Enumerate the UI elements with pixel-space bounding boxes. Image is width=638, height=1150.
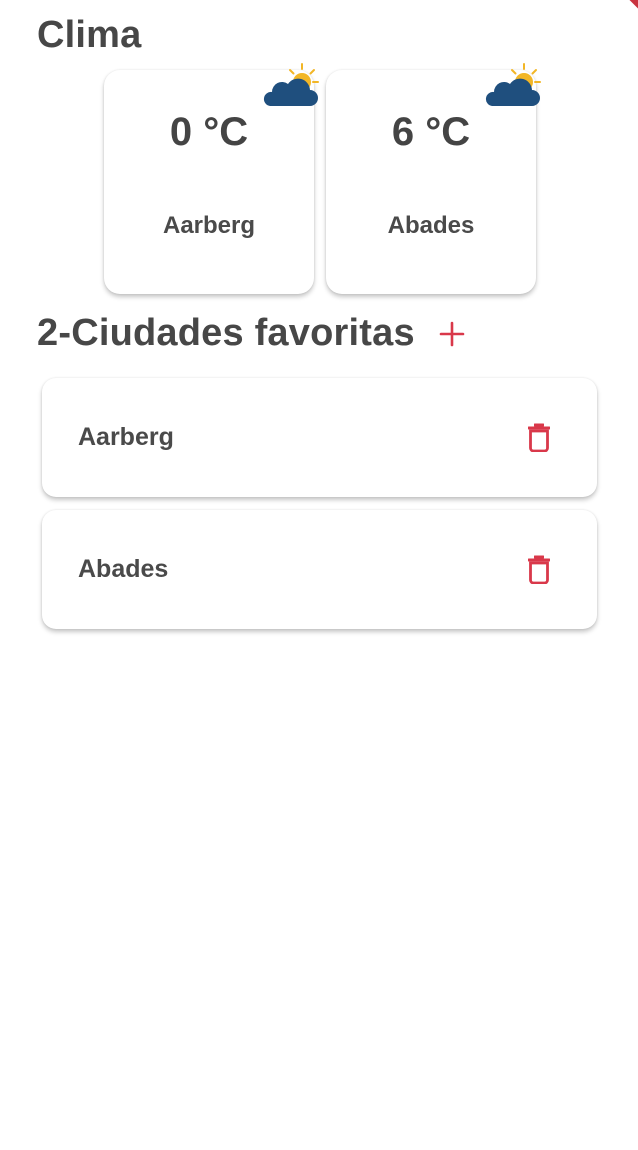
favorites-title: 2-Ciudades favoritas [37, 312, 415, 354]
favorites-header: 2-Ciudades favoritas [37, 312, 467, 355]
weather-card-aarberg[interactable]: 0 °C Aarberg [104, 63, 319, 294]
city-name: Aarberg [162, 212, 256, 239]
list-item[interactable]: Abades [42, 510, 597, 629]
favorite-city-name: Abades [78, 555, 169, 583]
temperature-value: 0 °C [169, 110, 249, 154]
add-favorite-button[interactable] [437, 319, 467, 349]
plus-icon [439, 321, 465, 346]
trash-icon [528, 423, 550, 453]
partly-cloudy-icon [263, 63, 319, 106]
debug-banner [612, 0, 638, 26]
delete-favorite-button[interactable] [527, 554, 551, 585]
weather-cards: 0 °C Aarberg 6 °C Abades [104, 63, 541, 294]
page-title: Clima [37, 14, 142, 56]
partly-cloudy-icon [485, 63, 541, 106]
city-name: Abades [387, 212, 475, 239]
favorites-list: Aarberg Abades [42, 378, 597, 642]
list-item[interactable]: Aarberg [42, 378, 597, 497]
weather-card-abades[interactable]: 6 °C Abades [326, 63, 541, 294]
temperature-value: 6 °C [391, 110, 471, 154]
app-screen: Clima 0 °C Aarberg 6 °C Abades 2-Ciudade… [0, 0, 638, 1150]
trash-icon [528, 555, 550, 585]
favorite-city-name: Aarberg [78, 423, 174, 451]
delete-favorite-button[interactable] [527, 422, 551, 453]
